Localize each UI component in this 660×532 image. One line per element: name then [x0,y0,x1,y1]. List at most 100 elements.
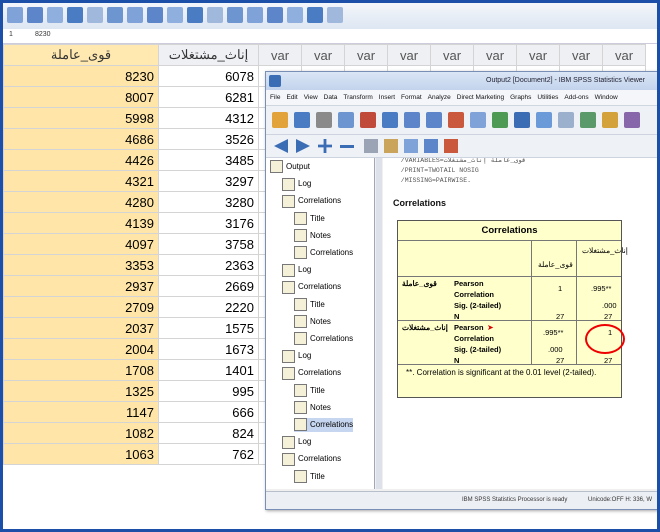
weight-cases-icon[interactable] [267,7,283,23]
data-cell[interactable]: 762 [158,443,259,465]
select-cases-icon[interactable] [287,7,303,23]
menu-item[interactable]: Direct Marketing [457,94,504,101]
redo-icon[interactable] [107,7,123,23]
save-icon[interactable] [294,112,310,128]
data-cell[interactable]: 1708 [3,359,159,381]
use-sets-icon[interactable] [536,112,552,128]
menu-item[interactable]: Window [595,94,618,101]
collapse-icon[interactable] [340,145,354,148]
data-cell[interactable]: 3176 [158,212,259,234]
variables-icon[interactable] [167,7,183,23]
show-icon[interactable] [364,139,378,153]
outline-item[interactable]: Log [282,435,311,449]
data-cell[interactable]: 2669 [158,275,259,297]
data-cell[interactable]: 6078 [158,65,259,87]
data-cell[interactable]: 3526 [158,128,259,150]
recall-dialog-icon[interactable] [67,7,83,23]
data-cell[interactable]: 1401 [158,359,259,381]
data-cell[interactable]: 2937 [3,275,159,297]
outline-pane[interactable]: Output Log Correlations Title Notes Correlati… [266,158,375,489]
outline-item[interactable]: Correlations [282,280,341,294]
open-icon[interactable] [272,112,288,128]
menu-item[interactable]: File [270,94,280,101]
open-icon[interactable] [7,7,23,23]
value-labels-icon[interactable] [558,112,574,128]
print-preview-icon[interactable] [338,112,354,128]
variable-header[interactable]: قوى_عاملة [3,44,159,66]
data-cell[interactable]: 1325 [3,380,159,402]
empty-variable-header[interactable]: var [258,44,302,66]
export-icon[interactable] [360,112,376,128]
outline-item[interactable]: Title [294,297,325,312]
empty-variable-header[interactable]: var [344,44,388,66]
empty-variable-header[interactable]: var [430,44,474,66]
demote-icon[interactable] [296,139,310,153]
menu-item[interactable]: Utilities [537,94,558,101]
correlations-pivot-table[interactable]: Correlations قوى_عاملة إناث_مشتغلات قوى_… [397,220,628,398]
menu-item[interactable]: Format [401,94,422,101]
data-cell[interactable]: 4280 [3,191,159,213]
outline-item[interactable]: Correlations [294,418,354,432]
outline-item[interactable]: Notes [294,229,331,243]
data-cell[interactable]: 2004 [3,338,159,360]
menu-item[interactable]: Graphs [510,94,531,101]
outline-item[interactable]: Log [282,263,311,277]
data-cell[interactable]: 1673 [158,338,259,360]
data-cell[interactable]: 2363 [158,254,259,276]
data-cell[interactable]: 8007 [3,86,159,108]
data-cell[interactable]: 3758 [158,233,259,255]
empty-variable-header[interactable]: var [602,44,646,66]
data-cell[interactable]: 2220 [158,296,259,318]
undo-icon[interactable] [404,112,420,128]
menu-item[interactable]: Insert [379,94,395,101]
outline-item[interactable]: Title [294,469,325,484]
outline-item[interactable]: Correlations [282,452,341,466]
data-cell[interactable]: 2709 [3,296,159,318]
data-cell[interactable]: 995 [158,380,259,402]
save-icon[interactable] [27,7,43,23]
menu-item[interactable]: Analyze [428,94,451,101]
data-cell[interactable]: 824 [158,422,259,444]
goto-data-icon[interactable] [448,112,464,128]
data-cell[interactable]: 4426 [3,149,159,171]
outline-item[interactable]: Correlations [282,194,341,208]
outline-item[interactable]: Title [294,211,325,226]
select-cases-icon[interactable] [580,112,596,128]
data-cell[interactable]: 4686 [3,128,159,150]
data-cell[interactable]: 666 [158,401,259,423]
insert-variable-icon[interactable] [227,7,243,23]
print-icon[interactable] [316,112,332,128]
variable-header[interactable]: إناث_مشتغلات [158,44,259,66]
empty-variable-header[interactable]: var [473,44,517,66]
weight-cases-icon[interactable] [602,112,618,128]
outline-item[interactable]: Title [294,383,325,398]
recall-dialog-icon[interactable] [382,112,398,128]
outline-item[interactable]: Notes [294,315,331,329]
value-labels-icon[interactable] [307,7,323,23]
data-cell[interactable]: 5998 [3,107,159,129]
data-cell[interactable]: 1063 [3,443,159,465]
insert-cases-icon[interactable] [207,7,223,23]
insert-title-icon[interactable] [424,139,438,153]
outline-item[interactable]: Correlations [282,366,341,380]
undo-icon[interactable] [87,7,103,23]
promote-icon[interactable] [274,139,288,153]
data-cell[interactable]: 1575 [158,317,259,339]
data-cell[interactable]: 3280 [158,191,259,213]
insert-text-icon[interactable] [444,139,458,153]
menu-item[interactable]: Add-ons [564,94,588,101]
outline-item[interactable]: Correlations [294,332,353,346]
outline-item[interactable]: Log [282,349,311,363]
data-cell[interactable]: 1082 [3,422,159,444]
data-cell[interactable]: 4139 [3,212,159,234]
menu-item[interactable]: View [304,94,318,101]
hide-icon[interactable] [384,139,398,153]
split-file-icon[interactable] [624,112,640,128]
outline-scrollbar[interactable] [376,158,382,489]
print-icon[interactable] [47,7,63,23]
data-cell[interactable]: 6281 [158,86,259,108]
insert-heading-icon[interactable] [404,139,418,153]
menu-item[interactable]: Edit [286,94,297,101]
outline-item[interactable]: Log [282,177,311,191]
outline-item[interactable]: Output [270,160,310,174]
